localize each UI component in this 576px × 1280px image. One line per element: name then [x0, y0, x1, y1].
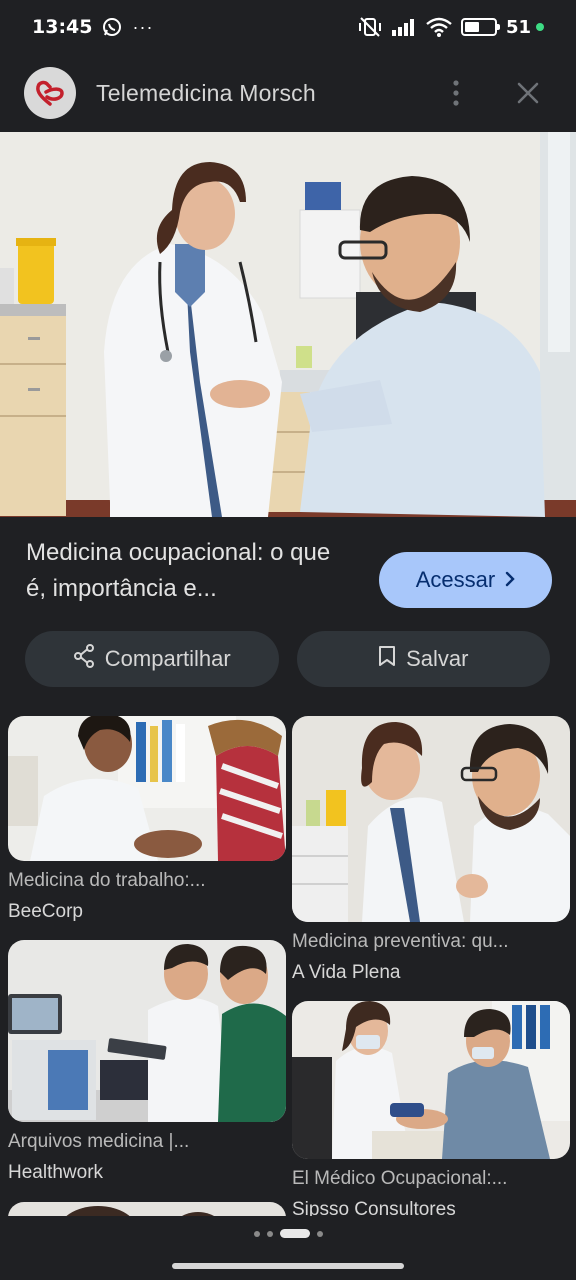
related-card[interactable]: El Médico Ocupacional:... Sipsso Consult…	[292, 1001, 570, 1216]
main-image[interactable]	[0, 132, 576, 517]
related-thumbnail[interactable]	[292, 716, 570, 922]
mute-vibrate-icon	[358, 16, 382, 38]
home-gesture-bar[interactable]	[172, 1263, 404, 1269]
related-source: A Vida Plena	[292, 962, 401, 983]
related-title: El Médico Ocupacional:...	[292, 1168, 508, 1189]
bookmark-icon	[378, 645, 396, 673]
heart-logo-icon	[36, 80, 64, 106]
related-source: BeeCorp	[8, 901, 83, 922]
related-card[interactable]: Medicina preventiva: qu... A Vida Plena	[292, 716, 570, 984]
related-thumbnail[interactable]	[8, 1202, 286, 1216]
result-info: Medicina ocupacional: o que é, importânc…	[0, 517, 576, 617]
site-name[interactable]: Telemedicina Morsch	[96, 80, 316, 107]
related-title: Arquivos medicina |...	[8, 1131, 190, 1152]
share-button[interactable]: Compartilhar	[25, 631, 279, 687]
chevron-right-icon	[505, 567, 515, 593]
more-options-icon[interactable]	[440, 77, 472, 109]
viewer-header: Telemedicina Morsch	[0, 54, 576, 132]
related-source: Healthwork	[8, 1162, 104, 1183]
visit-button[interactable]: Acessar	[379, 552, 552, 608]
result-title[interactable]: Medicina ocupacional: o que é, importânc…	[26, 535, 356, 607]
related-thumbnail[interactable]	[8, 716, 286, 861]
status-bar: 13:45 ··· 51	[0, 0, 576, 54]
related-card[interactable]: Arquivos medicina |... Healthwork	[8, 940, 286, 1184]
save-button-label: Salvar	[406, 646, 469, 671]
more-notifications-icon: ···	[132, 16, 154, 37]
page-dot	[253, 1230, 260, 1237]
battery-icon	[460, 18, 500, 36]
wifi-icon	[426, 17, 452, 37]
page-dot	[266, 1230, 273, 1237]
related-thumbnail[interactable]	[292, 1001, 570, 1159]
visit-button-label: Acessar	[415, 567, 496, 592]
share-icon	[73, 644, 95, 674]
close-icon[interactable]	[512, 77, 544, 109]
related-card[interactable]: Medicina do trabalho:... BeeCorp	[8, 716, 286, 923]
page-indicator	[0, 1229, 576, 1238]
status-time: 13:45	[32, 16, 93, 38]
action-row: Compartilhar Salvar	[25, 631, 550, 687]
whatsapp-icon	[102, 17, 122, 37]
signal-icon	[391, 18, 417, 36]
related-thumbnail[interactable]	[8, 940, 286, 1122]
related-card[interactable]	[8, 1202, 286, 1216]
related-images: Medicina do trabalho:... BeeCorp Medicin…	[0, 716, 576, 1216]
site-logo[interactable]	[24, 67, 76, 119]
related-title: Medicina do trabalho:...	[8, 870, 206, 891]
save-button[interactable]: Salvar	[296, 631, 550, 687]
charging-dot-icon	[536, 23, 544, 31]
battery-percent: 51	[505, 16, 531, 38]
related-title: Medicina preventiva: qu...	[292, 931, 509, 952]
page-dot-active	[279, 1229, 310, 1238]
page-dot	[316, 1230, 323, 1237]
related-source: Sipsso Consultores	[292, 1199, 456, 1216]
bottom-area	[0, 1216, 576, 1280]
share-button-label: Compartilhar	[104, 646, 231, 671]
